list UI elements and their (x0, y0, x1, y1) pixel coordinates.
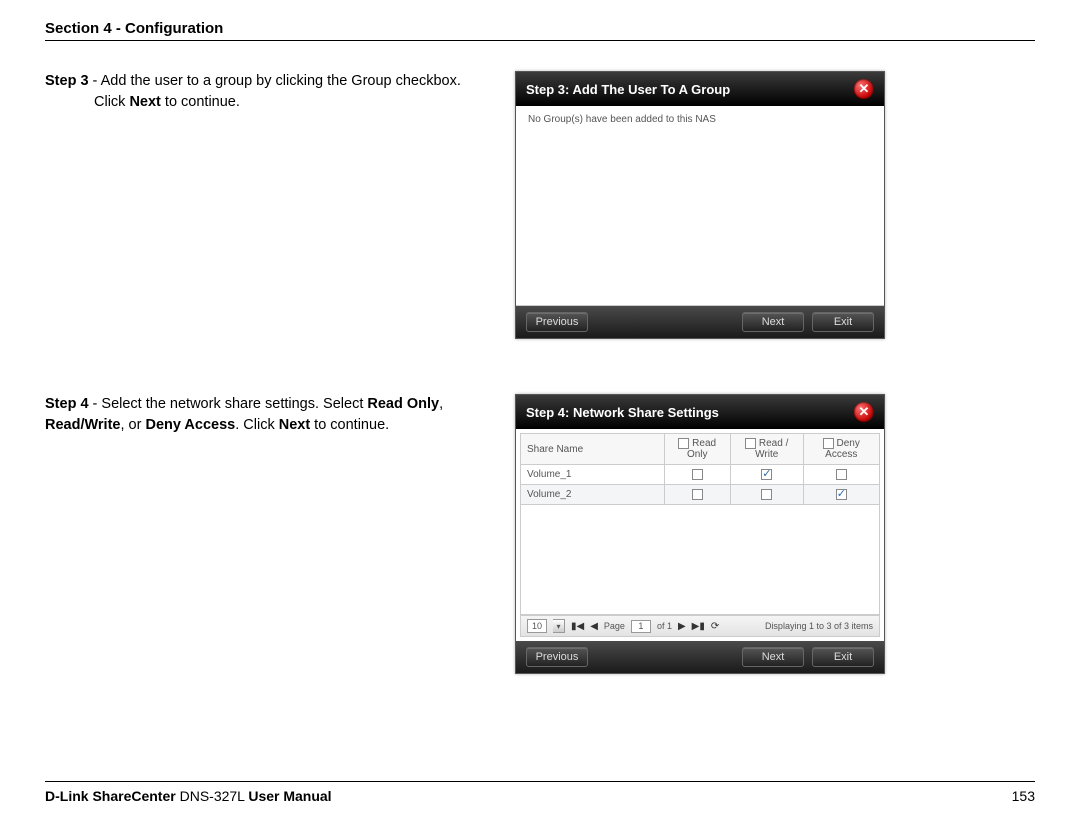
next-button[interactable]: Next (742, 312, 804, 332)
previous-button[interactable]: Previous (526, 647, 588, 667)
cell-rw (730, 485, 803, 505)
exit-button[interactable]: Exit (812, 647, 874, 667)
checkbox-icon[interactable] (836, 489, 847, 500)
divider-bottom (45, 781, 1035, 782)
col-share-name: Share Name (521, 434, 665, 465)
step3-line2-pre: Click (94, 94, 129, 110)
footer-model: DNS-327L (176, 788, 249, 804)
checkbox-icon[interactable] (761, 469, 772, 480)
share-table: Share Name Read Only Read / Write Deny A… (520, 433, 880, 505)
dialog2-title: Step 4: Network Share Settings (526, 405, 719, 420)
s4b1: Read Only (367, 396, 439, 412)
first-page-icon[interactable]: ▮◀ (571, 621, 584, 632)
previous-button[interactable]: Previous (526, 312, 588, 332)
page-number: 153 (1012, 788, 1035, 804)
col-ro-label: Read Only (687, 438, 716, 460)
s4t2: , (439, 396, 443, 412)
footer-manual: User Manual (248, 788, 331, 804)
s4b2: Read/Write (45, 417, 120, 433)
checkbox-icon[interactable] (692, 489, 703, 500)
step4-dash: - (89, 396, 102, 412)
s4t5: to continue. (310, 417, 389, 433)
step3-line2-bold: Next (129, 94, 160, 110)
dialog2-titlebar: Step 4: Network Share Settings ✕ (516, 395, 884, 429)
next-button[interactable]: Next (742, 647, 804, 667)
s4b3: Deny Access (145, 417, 235, 433)
table-header-row: Share Name Read Only Read / Write Deny A… (521, 434, 880, 465)
step4-label: Step 4 (45, 396, 89, 412)
col-rw-label: Read / Write (755, 438, 788, 460)
checkbox-icon[interactable] (761, 489, 772, 500)
checkbox-icon[interactable] (745, 438, 756, 449)
dialog2-footer: Previous Next Exit (516, 641, 884, 673)
prev-page-icon[interactable]: ◀ (590, 621, 598, 632)
pager: 10 ▾ ▮◀ ◀ Page 1 of 1 ▶ ▶▮ ⟳ Displaying 1… (520, 615, 880, 637)
page-input[interactable]: 1 (631, 620, 651, 633)
step3-line1: Add the user to a group by clicking the … (101, 73, 461, 89)
s4b4: Next (279, 417, 310, 433)
step4-row: Step 4 - Select the network share settin… (45, 394, 1035, 674)
next-page-icon[interactable]: ▶ (678, 621, 686, 632)
dialog1-footer: Previous Next Exit (516, 306, 884, 338)
dialog2-body: Share Name Read Only Read / Write Deny A… (516, 429, 884, 641)
of-label: of 1 (657, 621, 672, 631)
step3-dash: - (89, 73, 101, 89)
col-read-only: Read Only (664, 434, 730, 465)
step3-text: Step 3 - Add the user to a group by clic… (45, 71, 515, 113)
exit-button[interactable]: Exit (812, 312, 874, 332)
dropdown-icon[interactable]: ▾ (553, 619, 565, 633)
step3-row: Step 3 - Add the user to a group by clic… (45, 71, 1035, 339)
col-read-write: Read / Write (730, 434, 803, 465)
cell-rw (730, 465, 803, 485)
page-size-select[interactable]: 10 (527, 619, 547, 633)
checkbox-icon[interactable] (678, 438, 689, 449)
dialog1-title: Step 3: Add The User To A Group (526, 82, 730, 97)
section-header: Section 4 - Configuration (45, 20, 1035, 37)
refresh-icon[interactable]: ⟳ (711, 621, 719, 632)
table-row: Volume_2 (521, 485, 880, 505)
step3-line2-post: to continue. (161, 94, 240, 110)
checkbox-icon[interactable] (836, 469, 847, 480)
page-footer: D-Link ShareCenter DNS-327L User Manual … (45, 781, 1035, 804)
table-row: Volume_1 (521, 465, 880, 485)
pager-status: Displaying 1 to 3 of 3 items (765, 621, 873, 631)
footer-brand: D-Link ShareCenter (45, 788, 176, 804)
dialog-step4: Step 4: Network Share Settings ✕ Share N… (515, 394, 885, 674)
dialog-step3: Step 3: Add The User To A Group ✕ No Gro… (515, 71, 885, 339)
cell-da (803, 465, 879, 485)
step4-text: Step 4 - Select the network share settin… (45, 394, 515, 436)
last-page-icon[interactable]: ▶▮ (692, 621, 705, 632)
step3-line2: Click Next to continue. (94, 92, 495, 113)
checkbox-icon[interactable] (823, 438, 834, 449)
s4t1: Select the network share settings. Selec… (101, 396, 367, 412)
footer-left: D-Link ShareCenter DNS-327L User Manual (45, 788, 332, 804)
step4-screenshot: Step 4: Network Share Settings ✕ Share N… (515, 394, 885, 674)
step3-screenshot: Step 3: Add The User To A Group ✕ No Gro… (515, 71, 885, 339)
dialog1-titlebar: Step 3: Add The User To A Group ✕ (516, 72, 884, 106)
cell-da (803, 485, 879, 505)
checkbox-icon[interactable] (692, 469, 703, 480)
dialog1-body: No Group(s) have been added to this NAS (516, 106, 884, 306)
close-icon[interactable]: ✕ (854, 79, 874, 99)
s4t3: , or (120, 417, 145, 433)
cell-ro (664, 485, 730, 505)
cell-share-name: Volume_1 (521, 465, 665, 485)
divider-top (45, 40, 1035, 41)
page-label: Page (604, 621, 625, 631)
s4t4: . Click (235, 417, 279, 433)
cell-share-name: Volume_2 (521, 485, 665, 505)
col-deny-access: Deny Access (803, 434, 879, 465)
cell-ro (664, 465, 730, 485)
close-icon[interactable]: ✕ (854, 402, 874, 422)
table-empty-area (520, 505, 880, 615)
step3-label: Step 3 (45, 73, 89, 89)
